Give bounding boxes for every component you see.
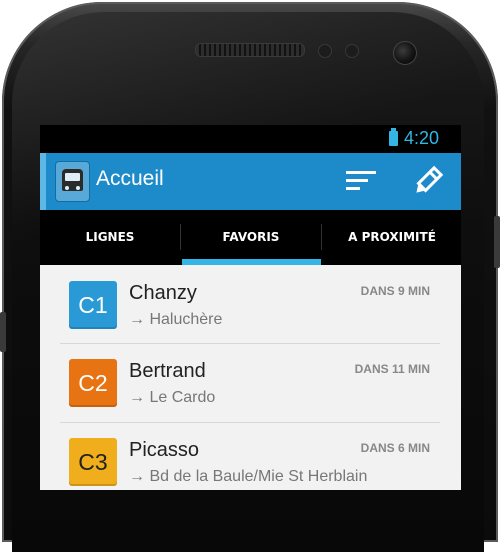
stop-name: Bertrand [129, 360, 206, 382]
edit-icon [416, 165, 444, 193]
status-bar: 4:20 [40, 125, 461, 153]
sort-button[interactable] [340, 167, 380, 197]
list-item[interactable]: C2 Bertrand → Le Cardo DANS 11 MIN [40, 344, 461, 422]
page-title: Accueil [96, 167, 164, 190]
up-indicator [40, 153, 46, 210]
front-camera [393, 41, 417, 65]
tab-a-proximite[interactable]: A PROXIMITÉ [322, 210, 461, 265]
power-button [494, 216, 500, 268]
eta-label: DANS 9 MIN [360, 284, 430, 298]
edit-button[interactable] [410, 165, 444, 199]
line-badge: C2 [69, 359, 117, 407]
destination: → Bd de la Baule/Mie St Herblain [129, 468, 368, 485]
stop-name: Picasso [129, 439, 200, 461]
action-bar: Accueil [40, 153, 461, 210]
light-sensor [345, 44, 359, 58]
eta-label: DANS 6 MIN [360, 441, 430, 455]
sort-icon [346, 171, 376, 174]
destination: → Le Cardo [129, 389, 216, 406]
phone-screen: 4:20 Accueil LIGNES FAVORIS A PROXIMITÉ … [40, 125, 461, 490]
list-item[interactable]: C3 Picasso → Bd de la Baule/Mie St Herbl… [40, 423, 461, 490]
battery-icon [389, 128, 398, 146]
home-button[interactable] [55, 161, 90, 202]
line-badge: C1 [69, 281, 117, 329]
list-item[interactable]: C1 Chanzy → Haluchère DANS 9 MIN [40, 265, 461, 343]
destination: → Haluchère [129, 311, 223, 328]
tab-favoris[interactable]: FAVORIS [181, 210, 321, 265]
earpiece-speaker [195, 43, 305, 57]
bus-icon [62, 169, 83, 191]
eta-label: DANS 11 MIN [354, 362, 430, 376]
proximity-sensor [318, 44, 332, 58]
status-time: 4:20 [404, 128, 440, 148]
tab-bar: LIGNES FAVORIS A PROXIMITÉ [40, 210, 461, 265]
stop-name: Chanzy [129, 282, 197, 304]
line-badge: C3 [69, 438, 117, 486]
volume-button [0, 312, 6, 352]
tab-lignes[interactable]: LIGNES [40, 210, 180, 265]
